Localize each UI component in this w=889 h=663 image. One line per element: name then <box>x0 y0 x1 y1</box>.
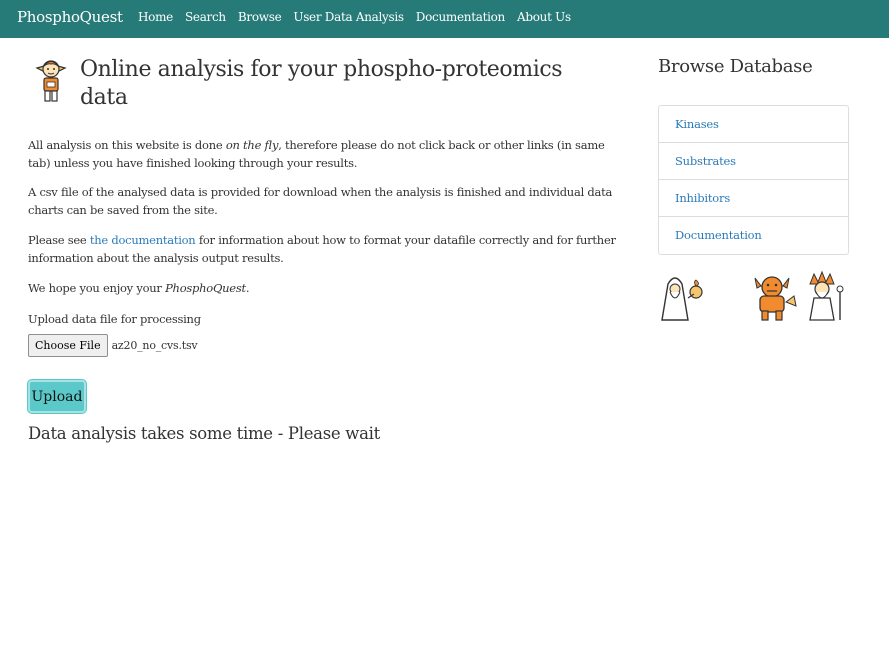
intro-text-a: All analysis on this website is done <box>28 138 226 152</box>
nav-browse[interactable]: Browse <box>238 10 282 24</box>
wait-message: Data analysis takes some time - Please w… <box>28 424 380 443</box>
top-navbar: PhosphoQuest Home Search Browse User Dat… <box>0 0 889 38</box>
page-title: Online analysis for your phospho-proteom… <box>80 57 563 110</box>
enjoy-paragraph: We hope you enjoy your PhosphoQuest. <box>28 279 250 297</box>
upload-label: Upload data file for processing <box>28 312 201 326</box>
enjoy-text-a: We hope you enjoy your <box>28 281 166 295</box>
sidebar-item-documentation[interactable]: Documentation <box>659 217 848 254</box>
creatures-illustration <box>661 270 844 321</box>
title-row: Online analysis for your phospho-proteom… <box>28 54 628 112</box>
sidebar: Browse Database Kinases Substrates Inhib… <box>658 56 849 321</box>
elder-icon <box>809 270 844 321</box>
sidebar-item-inhibitors[interactable]: Inhibitors <box>659 180 848 217</box>
sidebar-item-kinases[interactable]: Kinases <box>659 106 848 143</box>
browse-list: Kinases Substrates Inhibitors Documentat… <box>658 105 849 255</box>
doc-text-a: Please see <box>28 233 90 247</box>
sidebar-item-substrates[interactable]: Substrates <box>659 143 848 180</box>
selected-file-name: az20_no_cvs.tsv <box>111 339 198 352</box>
intro-emphasis: on the fly <box>225 138 279 152</box>
sidebar-title: Browse Database <box>658 56 813 77</box>
wizard-icon <box>661 277 703 321</box>
troll-icon <box>754 276 797 321</box>
file-input-row: Choose File az20_no_cvs.tsv <box>28 334 198 357</box>
enjoy-emphasis: PhosphoQuest <box>165 281 246 295</box>
documentation-paragraph: Please see the documentation for informa… <box>28 231 628 267</box>
nav-home[interactable]: Home <box>138 10 173 24</box>
intro-paragraph: All analysis on this website is done on … <box>28 136 628 172</box>
brand-link[interactable]: PhosphoQuest <box>17 8 123 26</box>
elf-mascot-icon <box>35 60 67 102</box>
upload-button[interactable]: Upload <box>28 380 86 413</box>
nav-links: Home Search Browse User Data Analysis Do… <box>138 10 583 24</box>
enjoy-text-b: . <box>245 281 250 295</box>
main-content: Online analysis for your phospho-proteom… <box>28 54 628 443</box>
choose-file-button[interactable]: Choose File <box>28 334 108 357</box>
nav-documentation[interactable]: Documentation <box>416 10 506 24</box>
csv-paragraph: A csv file of the analysed data is provi… <box>28 185 613 217</box>
nav-user-data-analysis[interactable]: User Data Analysis <box>293 10 404 24</box>
nav-search[interactable]: Search <box>185 10 226 24</box>
nav-about-us[interactable]: About Us <box>517 10 571 24</box>
documentation-link[interactable]: the documentation <box>90 233 196 247</box>
